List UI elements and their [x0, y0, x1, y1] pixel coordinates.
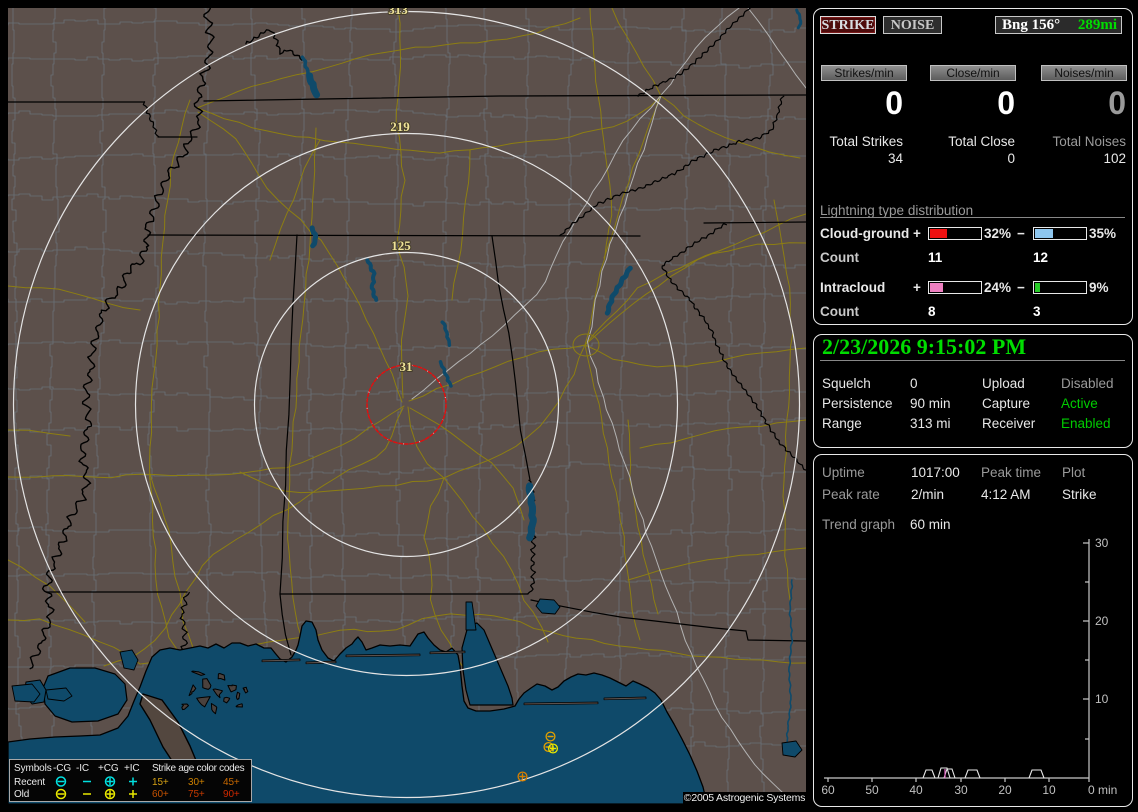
svg-text:20: 20 [1095, 614, 1109, 628]
svg-text:60: 60 [821, 783, 835, 797]
svg-text:30: 30 [954, 783, 968, 797]
svg-text:30: 30 [1095, 536, 1109, 550]
svg-text:40: 40 [909, 783, 923, 797]
svg-text:10: 10 [1042, 783, 1056, 797]
svg-text:313: 313 [388, 2, 408, 17]
svg-text:20: 20 [998, 783, 1012, 797]
svg-text:0 min: 0 min [1088, 783, 1117, 797]
svg-text:50: 50 [865, 783, 879, 797]
svg-text:125: 125 [391, 238, 411, 253]
svg-text:219: 219 [390, 119, 410, 134]
svg-text:31: 31 [400, 359, 413, 374]
svg-text:10: 10 [1095, 692, 1109, 706]
